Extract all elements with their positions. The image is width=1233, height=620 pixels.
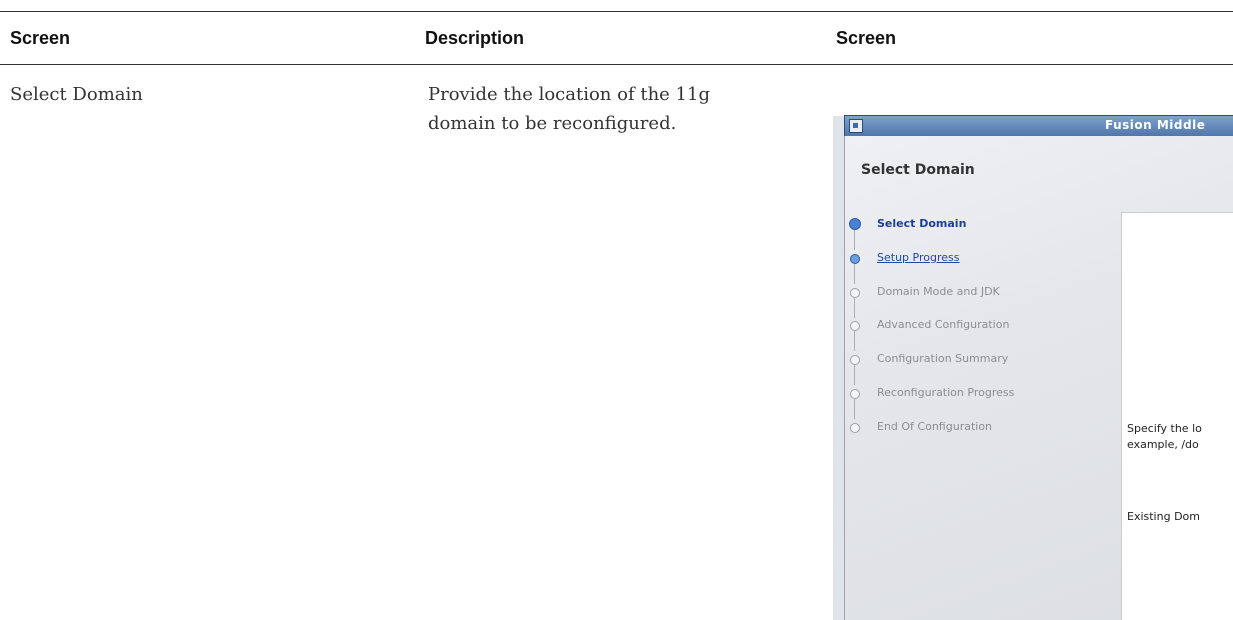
- existing-domain-label: Existing Dom: [1127, 510, 1200, 523]
- column-header-screenshot: Screen: [836, 28, 897, 48]
- table-top-rule: [0, 11, 1233, 12]
- step-configuration-summary: Configuration Summary: [847, 351, 1117, 386]
- specify-location-text-line1: Specify the lo: [1127, 422, 1202, 435]
- row-description: Provide the location of the 11g domain t…: [428, 84, 710, 134]
- step-pending-icon: [850, 388, 860, 399]
- step-pending-icon: [850, 287, 860, 298]
- step-advanced-configuration: Advanced Configuration: [847, 317, 1117, 352]
- specify-location-text-line2: example, /do: [1127, 438, 1199, 451]
- step-next-icon: [850, 253, 860, 264]
- step-label: Configuration Summary: [877, 352, 1009, 366]
- step-pending-icon: [850, 422, 860, 433]
- step-label: Domain Mode and JDK: [877, 284, 1000, 298]
- window-title: Fusion Middlе: [1105, 118, 1206, 132]
- installer-page-title: Select Domain: [861, 162, 975, 178]
- installer-content-panel: [1121, 212, 1233, 620]
- step-current-icon: [849, 218, 861, 230]
- installer-screenshot: Fusion Middlе Select Domain Select Domai…: [833, 88, 1233, 620]
- step-select-domain[interactable]: Select Domain: [847, 216, 1117, 250]
- step-label: End Of Configuration: [877, 419, 993, 433]
- step-label: Setup Progress: [877, 250, 960, 264]
- step-end-of-configuration: End Of Configuration: [847, 419, 1117, 453]
- step-pending-icon: [850, 321, 860, 332]
- step-label: Select Domain: [877, 217, 967, 230]
- installer-step-list: Select Domain Setup Progress Domain Mode…: [847, 216, 1117, 453]
- step-domain-mode-jdk: Domain Mode and JDK: [847, 284, 1117, 318]
- window-app-icon: [849, 119, 863, 133]
- installer-title-bar: Fusion Middlе: [844, 115, 1233, 136]
- step-label: Advanced Configuration: [877, 318, 1010, 332]
- step-reconfiguration-progress: Reconfiguration Progress: [847, 385, 1117, 419]
- step-setup-progress[interactable]: Setup Progress: [847, 250, 1117, 284]
- step-label: Reconfiguration Progress: [877, 385, 1015, 399]
- step-pending-icon: [850, 355, 860, 366]
- column-header-screen: Screen: [10, 28, 71, 48]
- row-screen-name: Select Domain: [10, 84, 143, 105]
- table-header-rule: [0, 64, 1233, 65]
- column-header-description: Description: [425, 28, 525, 48]
